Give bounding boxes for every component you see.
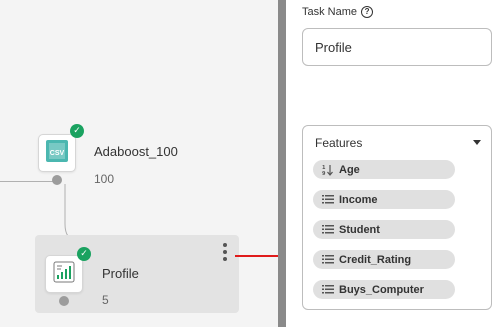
feature-chip[interactable]: Student [313, 220, 455, 239]
list-icon [321, 285, 335, 294]
feature-label: Buys_Computer [339, 283, 424, 296]
feature-chip[interactable]: Credit_Rating [313, 250, 455, 269]
task-name-label: Task Name ? [302, 6, 374, 18]
list-icon [321, 225, 335, 234]
feature-chip[interactable]: Income [313, 190, 455, 209]
features-select[interactable]: Features 1 9 Age Income Student Credit_R… [302, 125, 492, 310]
success-check-icon: ✓ [77, 247, 91, 261]
feature-label: Income [339, 193, 378, 206]
help-icon[interactable]: ? [361, 6, 374, 18]
panel-divider[interactable] [278, 0, 286, 327]
adaboost-node[interactable]: CSV [38, 134, 76, 172]
task-name-text: Task Name [302, 6, 358, 18]
list-icon [321, 195, 335, 204]
node-menu-icon[interactable] [222, 243, 228, 261]
node-count: 100 [94, 172, 115, 186]
profile-node[interactable] [45, 255, 83, 293]
feature-label: Credit_Rating [339, 253, 412, 266]
svg-text:CSV: CSV [50, 150, 65, 157]
output-port[interactable] [52, 175, 62, 185]
output-port[interactable] [59, 296, 69, 306]
svg-text:9: 9 [322, 171, 326, 176]
success-check-icon: ✓ [70, 124, 84, 138]
node-title: Profile [102, 266, 139, 281]
list-icon [321, 255, 335, 264]
feature-label: Student [339, 223, 380, 236]
chevron-down-icon[interactable] [473, 140, 481, 145]
incoming-edge [0, 181, 58, 182]
node-title: Adaboost_100 [94, 144, 178, 159]
numeric-sort-icon: 1 9 [321, 164, 335, 176]
feature-chip[interactable]: 1 9 Age [313, 160, 455, 179]
csv-file-icon: CSV [45, 139, 69, 168]
feature-label: Age [339, 163, 360, 176]
node-count: 5 [102, 293, 109, 307]
task-name-input[interactable] [302, 28, 492, 66]
feature-chip[interactable]: Buys_Computer [313, 280, 455, 299]
features-label: Features [315, 136, 363, 150]
profile-chart-icon [52, 260, 76, 289]
